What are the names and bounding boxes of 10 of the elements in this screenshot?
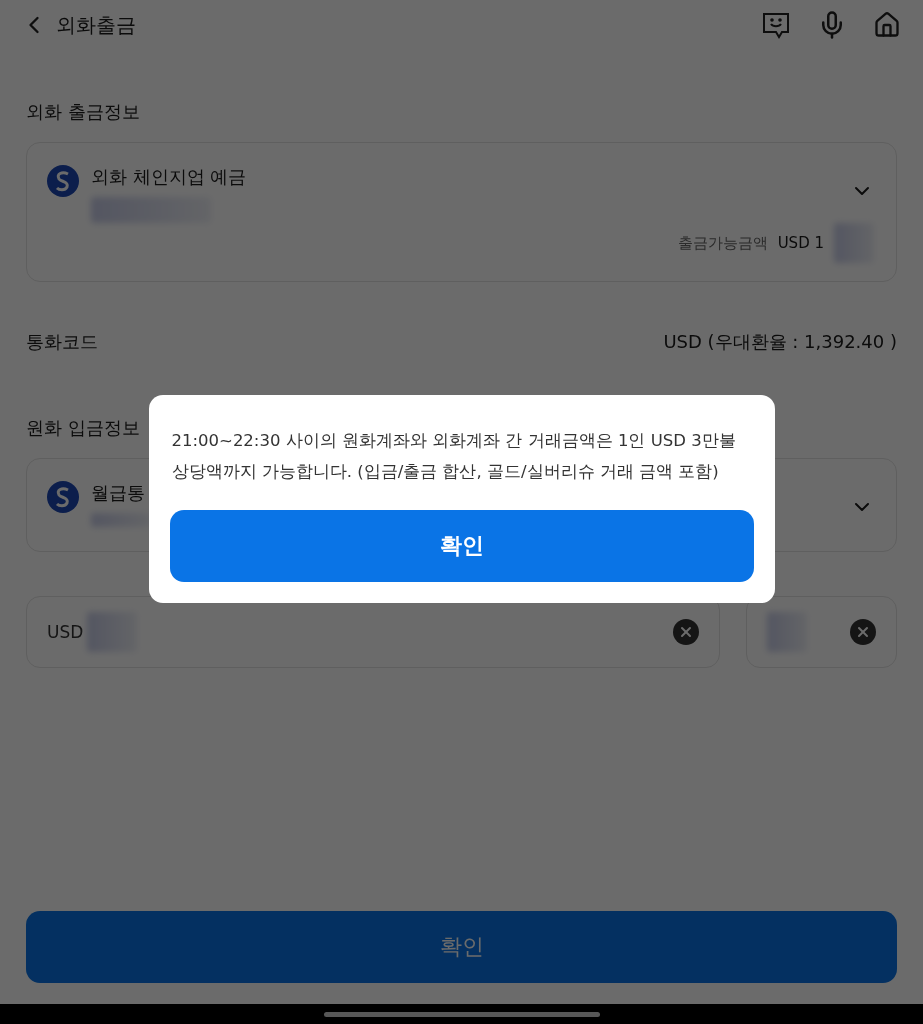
account-name: 외화 체인지업 예금 bbox=[91, 165, 248, 189]
dialog-message: 21:00~22:30 사이의 원화계좌와 외화계좌 간 거래금액은 1인 USD 3만불 상당액까지 가능합니다. (입금/출금 합산, 골드/실버리슈 거래 금액 포함) bbox=[170, 430, 737, 483]
page-title: 외화출금 bbox=[56, 11, 137, 39]
available-label: 출금가능금액 bbox=[677, 233, 768, 253]
currency-prefix: USD bbox=[47, 622, 84, 642]
account-name: 월급통 bbox=[91, 481, 146, 505]
available-amount: USD 1 bbox=[777, 234, 824, 252]
currency-label: 통화코드 bbox=[26, 330, 98, 354]
currency-value: USD (우대환율 : 1,392.40 ) bbox=[663, 330, 897, 354]
section-title: 외화 출금정보 bbox=[26, 100, 141, 124]
